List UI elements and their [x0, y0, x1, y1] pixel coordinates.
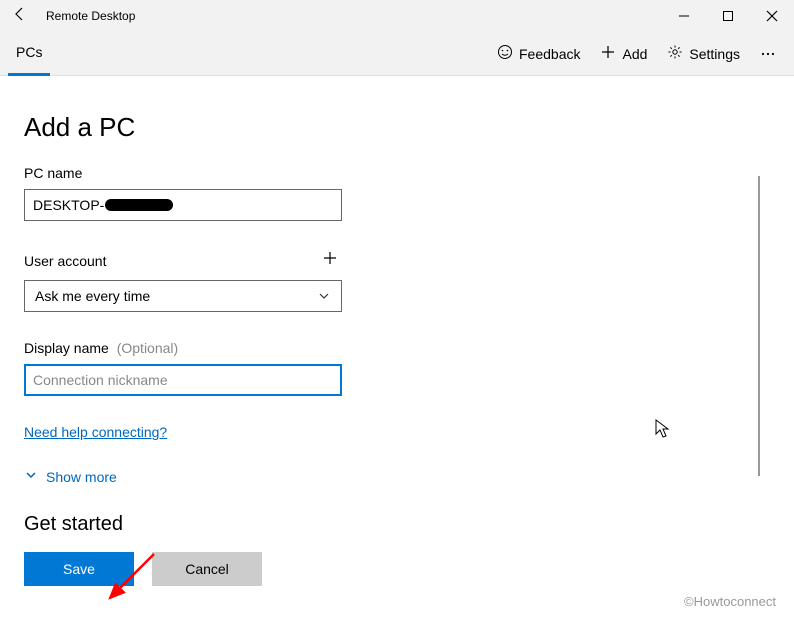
command-bar: PCs Feedback Add Settings [0, 32, 794, 76]
tab-label: PCs [16, 44, 42, 60]
close-button[interactable] [750, 0, 794, 32]
back-button[interactable] [0, 6, 40, 27]
gear-icon [667, 44, 683, 63]
pc-name-label: PC name [24, 165, 384, 181]
save-label: Save [63, 561, 95, 577]
window-title: Remote Desktop [40, 9, 135, 23]
pc-name-field[interactable]: DESKTOP- [24, 189, 342, 221]
cancel-button[interactable]: Cancel [152, 552, 262, 586]
user-account-label: User account [24, 253, 106, 269]
chevron-down-icon [317, 289, 331, 303]
add-button[interactable]: Add [590, 36, 657, 72]
redacted-text [105, 199, 173, 211]
scrollbar[interactable] [758, 176, 760, 476]
pc-name-value: DESKTOP- [33, 197, 104, 213]
settings-button[interactable]: Settings [657, 36, 750, 72]
display-name-input[interactable] [33, 372, 333, 388]
page-title: Add a PC [24, 112, 384, 143]
cancel-label: Cancel [185, 561, 229, 577]
feedback-label: Feedback [519, 46, 580, 62]
user-account-select[interactable]: Ask me every time [24, 280, 342, 312]
user-account-value: Ask me every time [35, 288, 150, 304]
feedback-button[interactable]: Feedback [487, 36, 590, 72]
add-label: Add [622, 46, 647, 62]
save-button[interactable]: Save [24, 552, 134, 586]
more-button[interactable] [750, 46, 786, 62]
display-name-field[interactable] [24, 364, 342, 396]
show-more-label: Show more [46, 469, 117, 485]
tab-pcs[interactable]: PCs [8, 32, 50, 76]
maximize-button[interactable] [706, 0, 750, 32]
chevron-down-icon [24, 468, 38, 485]
optional-hint: (Optional) [117, 340, 178, 356]
minimize-button[interactable] [662, 0, 706, 32]
title-bar: Remote Desktop [0, 0, 794, 32]
settings-label: Settings [689, 46, 740, 62]
get-started-heading: Get started [24, 513, 384, 536]
watermark: ©Howtoconnect [684, 594, 776, 609]
plus-icon [600, 44, 616, 63]
smiley-icon [497, 44, 513, 63]
show-more-toggle[interactable]: Show more [24, 468, 384, 485]
help-link[interactable]: Need help connecting? [24, 424, 167, 440]
display-name-label: Display name (Optional) [24, 340, 384, 356]
add-user-account-button[interactable] [318, 249, 342, 272]
